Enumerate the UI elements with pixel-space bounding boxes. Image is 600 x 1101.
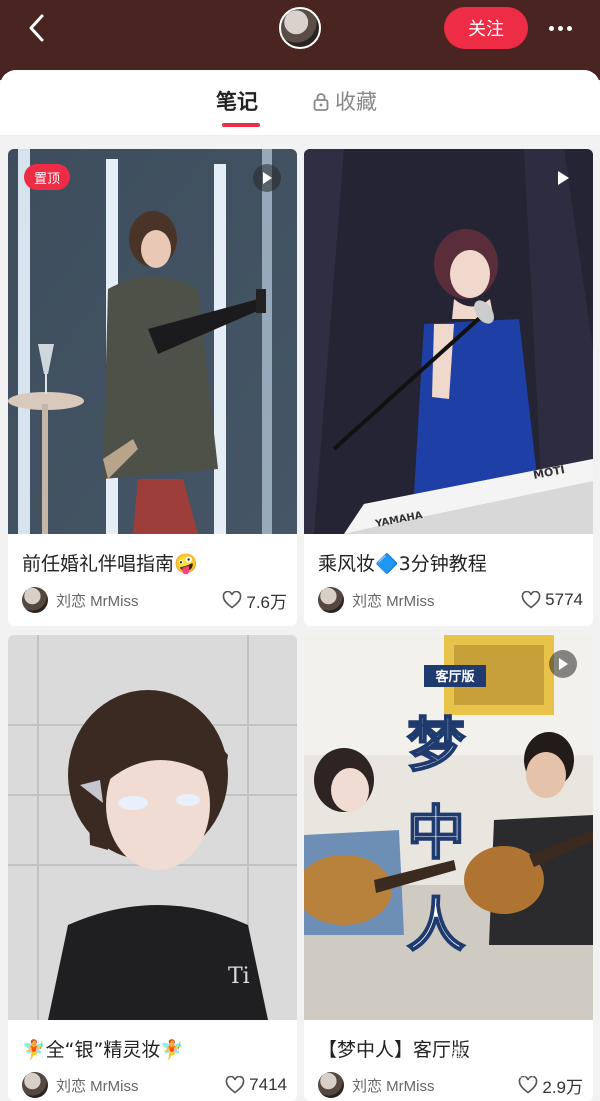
like-button[interactable]: 7.6万 (222, 588, 287, 613)
author-avatar (22, 1072, 48, 1098)
cover-title-char: 中 (407, 799, 465, 867)
note-title: 乘风妆🔷3分钟教程 (318, 553, 487, 575)
like-count: 5774 (545, 590, 583, 609)
author-name: 刘恋 MrMiss (56, 1077, 139, 1095)
tab-notes-label: 笔记 (216, 90, 258, 114)
author-avatar (22, 587, 48, 613)
note-title: 前任婚礼伴唱指南🤪 (22, 553, 198, 575)
tab-notes[interactable]: 笔记 (216, 86, 258, 116)
like-count: 7.6万 (246, 592, 287, 612)
watermark: 腾讯娱乐App (444, 1045, 572, 1070)
play-icon (549, 164, 577, 192)
note-cover-image: 置顶 (8, 149, 297, 534)
note-card[interactable]: Ti 🧚全“银”精灵妆🧚 刘恋 MrMiss 7414 (8, 635, 297, 1101)
author-name: 刘恋 MrMiss (56, 592, 139, 610)
tab-active-indicator (222, 123, 260, 127)
author-name: 刘恋 MrMiss (352, 592, 435, 610)
svg-text:Ti: Ti (228, 964, 250, 989)
note-cover-image: YAMAHA MOTI (304, 149, 593, 534)
like-button[interactable]: 5774 (521, 590, 583, 610)
note-meta: 刘恋 MrMiss 5774 (318, 586, 583, 614)
cover-title-char: 梦 (407, 711, 465, 779)
heart-icon (225, 1076, 245, 1094)
back-button[interactable] (18, 10, 54, 46)
author-avatar (318, 587, 344, 613)
watermark-sub: ENTERTAINMENT (460, 1070, 536, 1080)
profile-header-bar: 关注 (0, 0, 600, 80)
note-meta: 刘恋 MrMiss 2.9万 (318, 1071, 583, 1099)
note-meta: 刘恋 MrMiss 7414 (22, 1071, 287, 1099)
tab-bar: 笔记 收藏 (0, 70, 600, 136)
avatar[interactable] (279, 7, 321, 49)
dot-icon (566, 25, 572, 31)
note-cover-image: Ti (8, 635, 297, 1020)
lock-icon (313, 92, 329, 111)
dot-icon (548, 25, 554, 31)
note-card[interactable]: YAMAHA MOTI 乘风妆🔷3分钟教程 刘恋 MrMiss 5774 (304, 149, 593, 626)
play-icon (253, 164, 281, 192)
like-button[interactable]: 7414 (225, 1075, 287, 1095)
cover-tag: 客厅版 (435, 669, 474, 685)
play-icon (549, 650, 577, 678)
note-title: 🧚全“银”精灵妆🧚 (22, 1039, 185, 1061)
more-options-button[interactable] (544, 10, 576, 46)
note-meta: 刘恋 MrMiss 7.6万 (22, 586, 287, 614)
heart-icon (521, 591, 541, 609)
pinned-badge: 置顶 (24, 164, 71, 190)
tab-collect-label: 收藏 (335, 90, 377, 114)
tab-collect[interactable]: 收藏 (313, 86, 377, 116)
author-avatar (318, 1072, 344, 1098)
like-count: 7414 (249, 1075, 287, 1094)
dot-icon (557, 25, 563, 31)
chevron-left-icon (29, 14, 44, 42)
cover-title-char: 人 (407, 891, 465, 959)
like-count: 2.9万 (542, 1077, 583, 1097)
note-cover-image: 梦 中 人 客厅版 (304, 635, 593, 1020)
follow-button[interactable]: 关注 (444, 7, 528, 49)
heart-icon (223, 591, 242, 609)
note-card[interactable]: 梦 中 人 客厅版 【梦中人】客厅版 刘恋 MrMiss 2.9万 (304, 635, 593, 1101)
note-card[interactable]: 置顶 前任婚礼伴唱指南🤪 刘恋 MrMiss 7.6万 (8, 149, 297, 626)
